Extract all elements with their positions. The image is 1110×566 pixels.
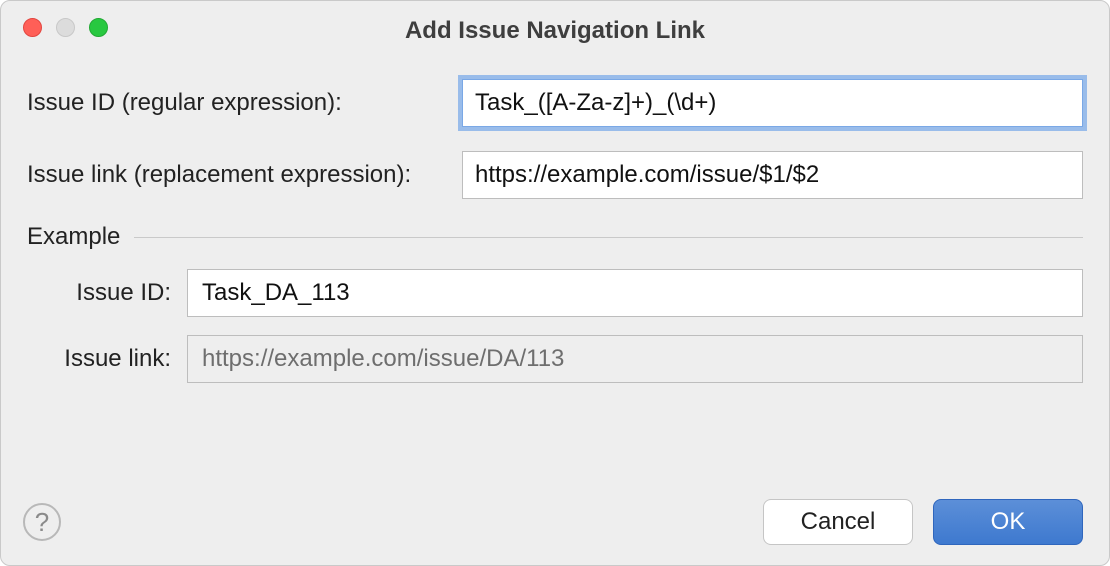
issue-link-label: Issue link (replacement expression): bbox=[27, 161, 462, 189]
issue-id-label: Issue ID (regular expression): bbox=[27, 89, 462, 117]
example-heading: Example bbox=[27, 223, 120, 251]
example-issue-id-label: Issue ID: bbox=[27, 279, 187, 307]
cancel-button[interactable]: Cancel bbox=[763, 499, 913, 545]
window-controls bbox=[23, 18, 108, 37]
issue-id-row: Issue ID (regular expression): bbox=[27, 79, 1083, 127]
issue-link-input[interactable] bbox=[462, 151, 1083, 199]
example-issue-id-row: Issue ID: bbox=[27, 269, 1083, 317]
help-icon[interactable]: ? bbox=[23, 503, 61, 541]
example-issue-link-row: Issue link: https://example.com/issue/DA… bbox=[27, 335, 1083, 383]
dialog-content: Issue ID (regular expression): Issue lin… bbox=[1, 49, 1109, 383]
close-window-button[interactable] bbox=[23, 18, 42, 37]
example-issue-link-output: https://example.com/issue/DA/113 bbox=[187, 335, 1083, 383]
dialog-title: Add Issue Navigation Link bbox=[1, 5, 1109, 45]
example-issue-link-label: Issue link: bbox=[27, 345, 187, 373]
example-header: Example bbox=[27, 223, 1083, 251]
issue-id-input[interactable] bbox=[462, 79, 1083, 127]
example-issue-id-input[interactable] bbox=[187, 269, 1083, 317]
divider bbox=[134, 237, 1083, 238]
dialog-add-issue-navigation-link: Add Issue Navigation Link Issue ID (regu… bbox=[0, 0, 1110, 566]
titlebar: Add Issue Navigation Link bbox=[1, 1, 1109, 49]
minimize-window-button bbox=[56, 18, 75, 37]
zoom-window-button[interactable] bbox=[89, 18, 108, 37]
dialog-footer: ? Cancel OK bbox=[23, 499, 1083, 545]
ok-button[interactable]: OK bbox=[933, 499, 1083, 545]
issue-link-row: Issue link (replacement expression): bbox=[27, 151, 1083, 199]
